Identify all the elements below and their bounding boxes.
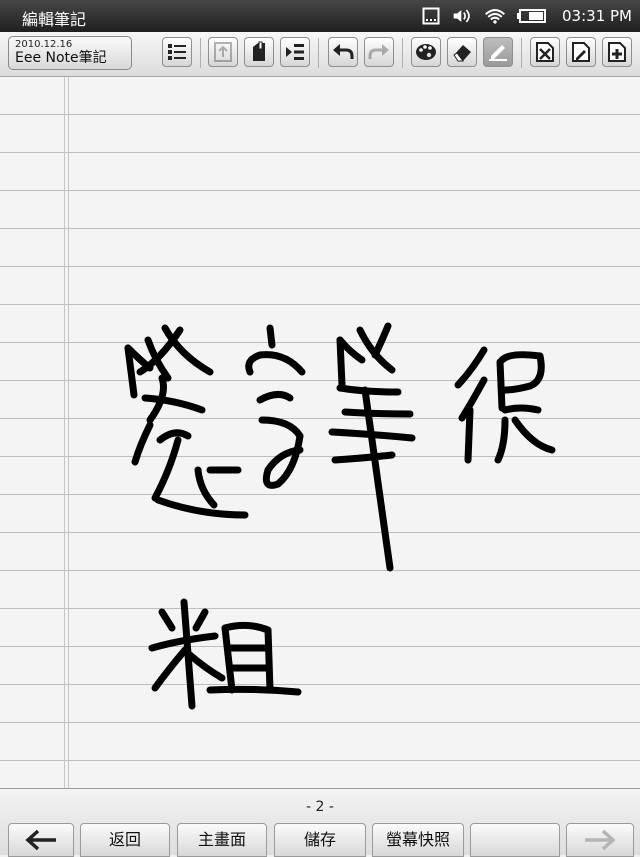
undo-button[interactable] bbox=[328, 37, 358, 67]
undo-icon bbox=[333, 44, 354, 59]
redo-button[interactable] bbox=[364, 37, 394, 67]
home-button[interactable]: 主畫面 bbox=[177, 823, 267, 857]
toolbar-divider bbox=[318, 38, 319, 68]
note-name: Eee Note筆記 bbox=[15, 50, 107, 66]
palette-button[interactable] bbox=[411, 37, 441, 67]
clock: 03:31 PM bbox=[562, 7, 632, 25]
wifi-icon bbox=[484, 5, 506, 27]
clip-button[interactable] bbox=[244, 37, 274, 67]
next-page-button[interactable] bbox=[566, 823, 634, 857]
right-arrow-icon bbox=[585, 829, 616, 851]
edit-page-icon bbox=[572, 42, 590, 62]
indent-button[interactable] bbox=[280, 37, 310, 67]
export-button[interactable] bbox=[208, 37, 238, 67]
back-button[interactable]: 返回 bbox=[80, 823, 170, 857]
edit-page-button[interactable] bbox=[566, 37, 596, 67]
pen-button[interactable] bbox=[483, 37, 513, 67]
delete-page-button[interactable] bbox=[530, 37, 560, 67]
add-page-button[interactable] bbox=[602, 37, 632, 67]
save-button[interactable]: 儲存 bbox=[274, 823, 366, 857]
note-title-button[interactable]: 2010.12.16 Eee Note筆記 bbox=[8, 36, 132, 70]
palette-icon bbox=[416, 44, 436, 60]
sd-card-icon bbox=[420, 5, 442, 27]
pen-icon bbox=[489, 45, 507, 61]
battery-icon bbox=[516, 5, 548, 27]
add-page-icon bbox=[608, 42, 626, 62]
volume-icon bbox=[452, 5, 474, 27]
left-arrow-icon bbox=[25, 829, 56, 851]
note-date: 2010.12.16 bbox=[15, 39, 73, 50]
footer: - 2 - 返回 主畫面 儲存 螢幕快照 bbox=[0, 788, 640, 857]
redo-icon bbox=[368, 44, 389, 59]
export-icon bbox=[214, 42, 232, 62]
toolbar-divider bbox=[402, 38, 403, 68]
indent-icon bbox=[286, 44, 304, 60]
status-bar: 編輯筆記 03:31 PM bbox=[0, 0, 640, 32]
screenshot-button[interactable]: 螢幕快照 bbox=[372, 823, 464, 857]
status-icons: 03:31 PM bbox=[420, 4, 632, 28]
handwriting-ink bbox=[124, 322, 556, 710]
eraser-button[interactable] bbox=[447, 37, 477, 67]
eraser-icon bbox=[453, 45, 471, 62]
toolbar: 2010.12.16 Eee Note筆記 bbox=[0, 32, 640, 77]
empty-button[interactable] bbox=[470, 823, 560, 857]
prev-page-button[interactable] bbox=[8, 823, 74, 857]
status-title: 編輯筆記 bbox=[22, 10, 87, 29]
list-icon bbox=[168, 44, 186, 60]
delete-page-icon bbox=[536, 42, 554, 62]
toolbar-divider bbox=[521, 38, 522, 68]
page-number: - 2 - bbox=[306, 799, 334, 815]
list-view-button[interactable] bbox=[162, 37, 192, 67]
note-canvas[interactable] bbox=[0, 77, 640, 788]
toolbar-divider bbox=[200, 38, 201, 68]
clip-icon bbox=[253, 41, 265, 61]
